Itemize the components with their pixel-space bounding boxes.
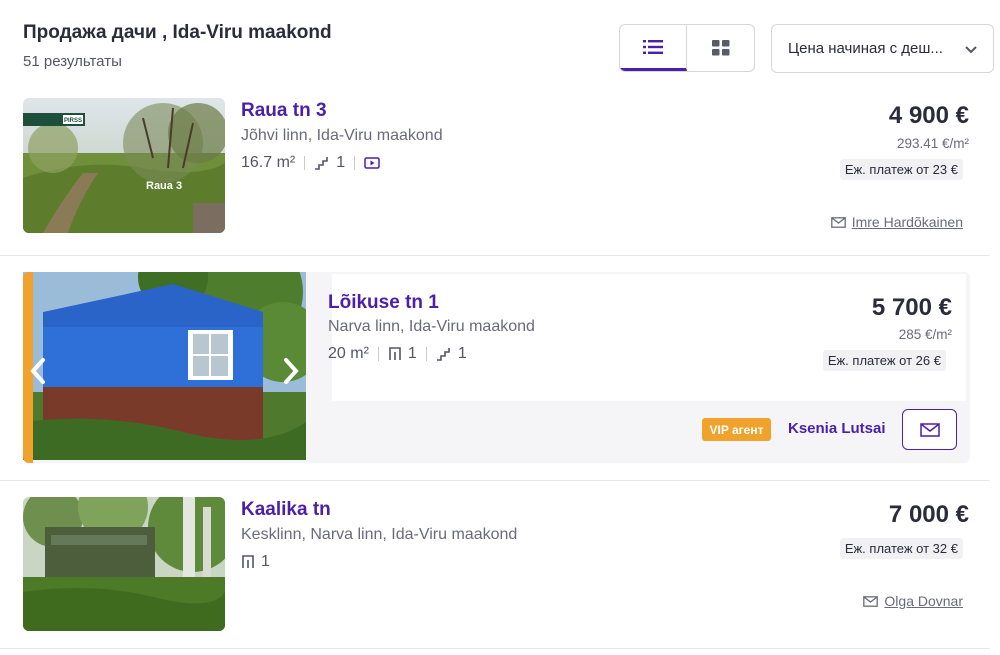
monthly-payment[interactable]: Еж. платеж от 23 € — [839, 159, 963, 180]
divider — [0, 255, 990, 256]
agent-name[interactable]: Ksenia Lutsai — [788, 420, 886, 437]
listing-photo[interactable]: PIRSS Raua 3 — [23, 98, 225, 233]
listing-specs: 1 — [241, 553, 270, 571]
listing-price: 7 000 € — [888, 501, 969, 528]
mail-icon — [863, 595, 879, 607]
chevron-left-icon[interactable] — [27, 356, 49, 386]
price-per-m2: 293.41 €/m² — [896, 136, 969, 151]
listing-card[interactable]: PIRSS Raua 3 Raua tn 3 Jõhvi linn, Ida-V… — [0, 0, 1000, 255]
monthly-payment[interactable]: Еж. платеж от 32 € — [839, 538, 963, 559]
photo-caption: Raua 3 — [146, 180, 183, 192]
listing-title[interactable]: Lõikuse tn 1 — [328, 292, 439, 314]
price-per-m2: 285 €/m² — [898, 327, 952, 342]
listing-address: Jõhvi linn, Ida-Viru maakond — [241, 127, 443, 144]
divider — [304, 156, 306, 170]
agent-link[interactable]: Imre Hardõkainen — [830, 214, 963, 230]
divider — [354, 156, 356, 170]
area-value: 20 m² — [328, 345, 369, 362]
listing-photo[interactable] — [23, 497, 225, 631]
floors-value: 1 — [336, 154, 346, 171]
mail-icon — [830, 216, 846, 228]
contact-agent-button[interactable] — [902, 409, 957, 450]
stairs-icon — [436, 347, 452, 361]
floors-value: 1 — [457, 345, 467, 362]
agent-name[interactable]: Olga Dovnar — [884, 593, 963, 609]
listing-photo[interactable] — [23, 232, 323, 460]
rooms-value: 1 — [407, 345, 417, 362]
listing-title[interactable]: Kaalika tn — [241, 499, 331, 521]
area-value: 16.7 m² — [241, 154, 296, 171]
chevron-right-icon[interactable] — [280, 356, 302, 386]
mail-icon — [919, 422, 940, 437]
rooms-value: 1 — [261, 553, 270, 570]
monthly-payment[interactable]: Еж. платеж от 26 € — [822, 350, 946, 371]
listing-title[interactable]: Raua tn 3 — [241, 100, 327, 122]
agent-name[interactable]: Imre Hardõkainen — [852, 214, 963, 230]
divider — [425, 347, 427, 361]
listing-price: 4 900 € — [888, 102, 969, 129]
listing-price: 5 700 € — [871, 294, 952, 321]
vip-badge: VIP агент — [702, 418, 771, 441]
divider — [0, 480, 990, 481]
room-icon — [388, 347, 402, 361]
svg-text:PIRSS: PIRSS — [64, 118, 82, 124]
listing-address: Kesklinn, Narva linn, Ida-Viru maakond — [241, 526, 518, 543]
listing-specs: 16.7 m² 1 — [241, 154, 380, 172]
listing-specs: 20 m² 1 1 — [328, 345, 467, 363]
agent-link[interactable]: Olga Dovnar — [863, 593, 963, 609]
room-icon — [241, 555, 255, 569]
listing-address: Narva linn, Ida-Viru maakond — [328, 318, 535, 335]
divider — [377, 347, 379, 361]
divider — [0, 648, 990, 649]
stairs-icon — [314, 156, 330, 170]
video-icon[interactable] — [364, 156, 380, 170]
